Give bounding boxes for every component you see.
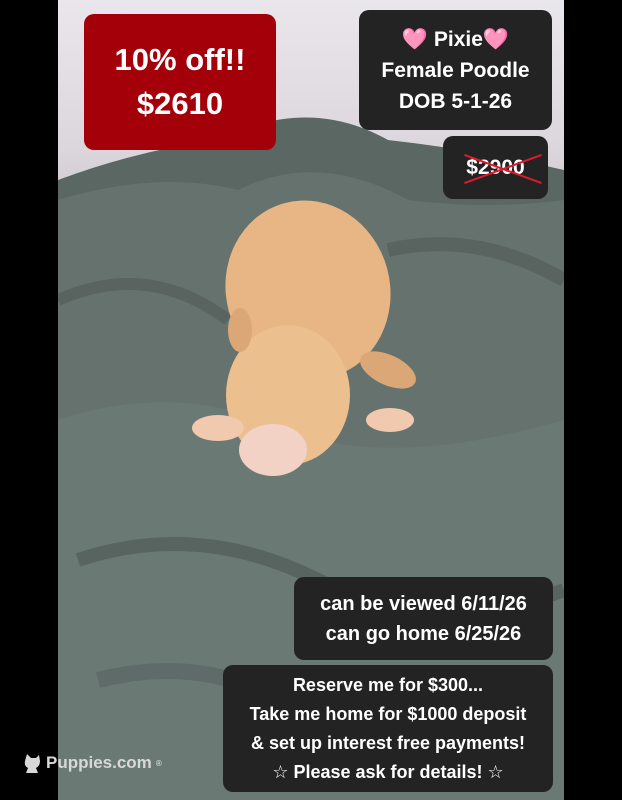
go-home-date: can go home 6/25/26 — [325, 622, 522, 645]
logo-registered-mark: ® — [155, 758, 162, 768]
dates-box: can be viewed 6/11/26 can go home 6/25/2… — [294, 577, 553, 660]
puppy-breed: Female Poodle — [381, 58, 530, 82]
puppy-info-box: 🩷 Pixie🩷 Female Poodle DOB 5-1-26 — [359, 10, 552, 130]
reserve-line-2: Take me home for $1000 deposit — [249, 703, 527, 724]
logo-text: Puppies.com — [46, 753, 152, 772]
reserve-box: Reserve me for $300... Take me home for … — [223, 665, 553, 792]
reserve-line-4: ☆ Please ask for details! ☆ — [272, 761, 504, 782]
puppies-logo: Puppies.com ® — [22, 752, 162, 774]
reserve-line-3: & set up interest free payments! — [250, 732, 526, 753]
reserve-line-1: Reserve me for $300... — [292, 674, 484, 695]
discount-text: 10% off!! — [114, 42, 246, 77]
sale-price-box: 10% off!! $2610 — [84, 14, 276, 150]
original-price-box: $2900 — [443, 136, 548, 199]
puppy-silhouette-icon — [22, 752, 42, 774]
puppy-name: 🩷 Pixie🩷 — [401, 27, 510, 51]
view-date: can be viewed 6/11/26 — [320, 592, 527, 615]
puppy-dob: DOB 5-1-26 — [398, 89, 513, 113]
sale-price: $2610 — [136, 86, 224, 121]
original-price-strike: $2900 — [464, 153, 543, 184]
